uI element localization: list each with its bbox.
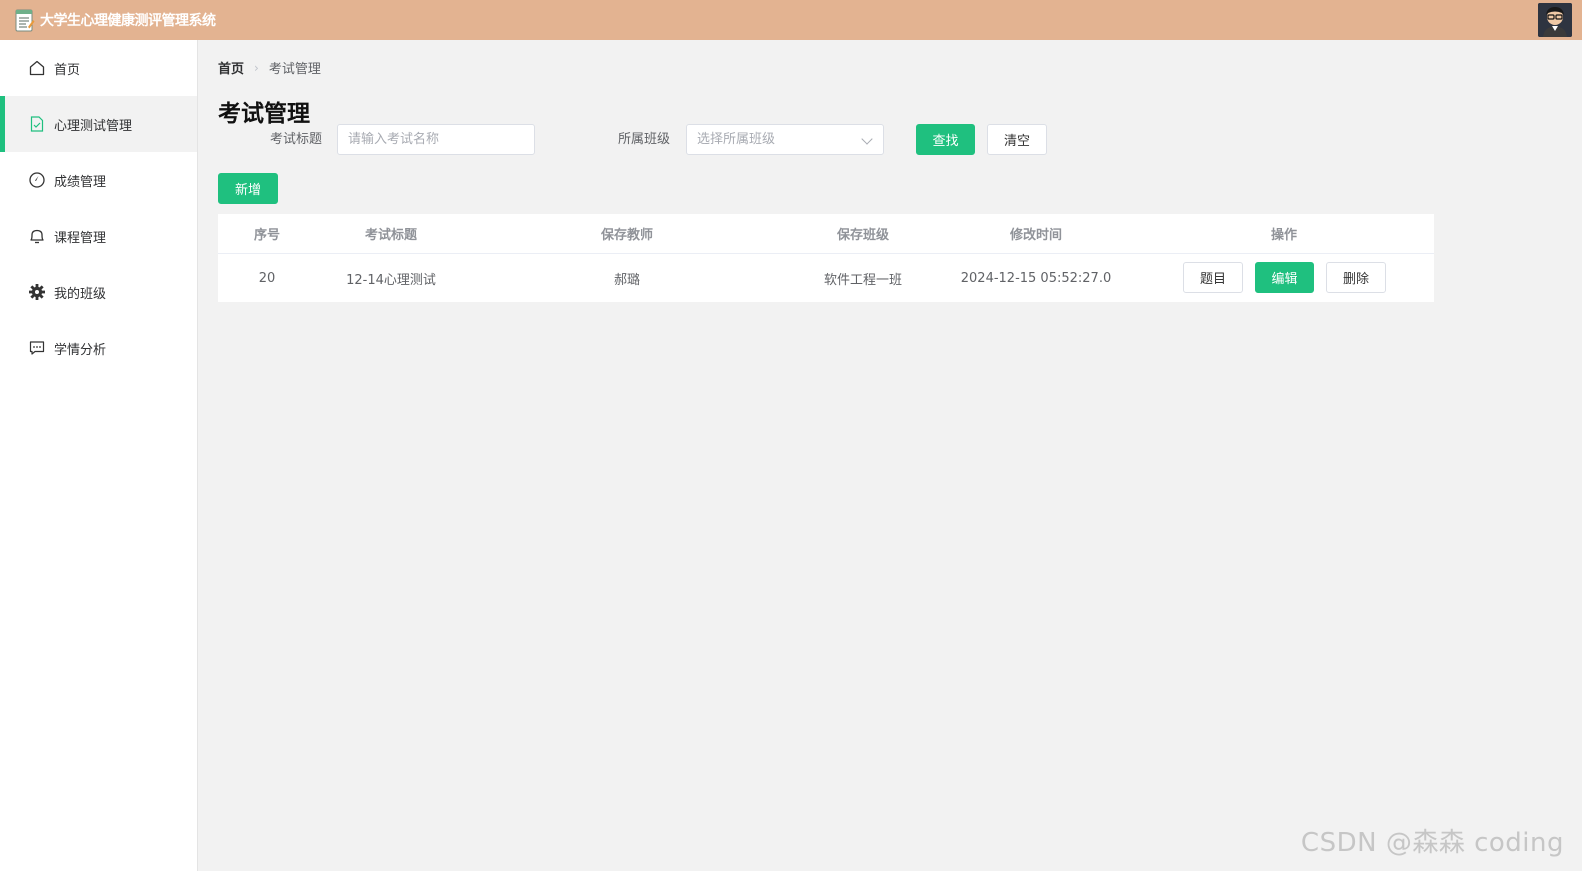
column-header-teacher: 保存教师 <box>600 228 653 243</box>
sidebar-item-label: 首页 <box>54 62 81 78</box>
sidebar-item-psych-test[interactable]: 心理测试管理 <box>0 96 197 152</box>
sidebar-item-analysis[interactable]: 学情分析 <box>0 320 197 376</box>
sidebar: 首页 心理测试管理 成绩管理 课程管理 我的班级 学情分析 <box>0 40 198 871</box>
sidebar-item-scores[interactable]: 成绩管理 <box>0 152 197 208</box>
top-header: 大学生心理健康测评管理系统 <box>0 0 1582 40</box>
add-button[interactable]: 新增 <box>218 173 278 204</box>
sidebar-item-courses[interactable]: 课程管理 <box>0 208 197 264</box>
edit-button[interactable]: 编辑 <box>1255 262 1314 293</box>
column-header-actions: 操作 <box>1270 228 1297 243</box>
sidebar-item-my-class[interactable]: 我的班级 <box>0 264 197 320</box>
breadcrumb-current: 考试管理 <box>268 62 321 77</box>
cell-teacher: 郝璐 <box>613 272 640 288</box>
sidebar-item-home[interactable]: 首页 <box>0 40 197 96</box>
exam-title-label: 考试标题 <box>270 132 323 147</box>
column-header-title: 考试标题 <box>364 228 417 243</box>
sidebar-item-label: 我的班级 <box>54 286 107 302</box>
clear-button[interactable]: 清空 <box>987 124 1047 155</box>
notepad-logo-icon <box>12 7 36 33</box>
watermark: CSDN @森森 coding <box>1300 828 1564 858</box>
compass-icon <box>28 171 46 189</box>
class-select[interactable]: 选择所属班级 <box>686 124 884 155</box>
exam-title-input[interactable] <box>337 124 535 155</box>
class-select-placeholder: 选择所属班级 <box>697 132 776 147</box>
column-header-modified: 修改时间 <box>1009 228 1062 243</box>
sidebar-item-label: 课程管理 <box>54 230 107 246</box>
sidebar-item-label: 成绩管理 <box>54 174 107 190</box>
sidebar-item-label: 学情分析 <box>54 342 107 358</box>
delete-button[interactable]: 删除 <box>1326 262 1386 293</box>
sidebar-item-label: 心理测试管理 <box>54 118 133 134</box>
cell-index: 20 <box>258 270 276 286</box>
cell-modified: 2024-12-15 05:52:27.0 <box>960 270 1112 286</box>
document-check-icon <box>28 115 46 133</box>
class-label: 所属班级 <box>618 132 671 147</box>
exam-table: 序号 考试标题 保存教师 保存班级 修改时间 操作 20 12-14心理测试 郝… <box>218 214 1434 302</box>
cell-class: 软件工程一班 <box>823 272 902 288</box>
table-row: 20 12-14心理测试 郝璐 软件工程一班 2024-12-15 05:52:… <box>218 254 1434 302</box>
user-avatar[interactable] <box>1538 3 1572 37</box>
chevron-down-icon <box>861 133 873 145</box>
cell-title: 12-14心理测试 <box>346 272 436 288</box>
chat-icon <box>28 339 46 357</box>
column-header-index: 序号 <box>253 228 280 243</box>
page-title: 考试管理 <box>218 101 310 127</box>
breadcrumb-home[interactable]: 首页 <box>218 58 244 77</box>
app-title: 大学生心理健康测评管理系统 <box>40 13 216 29</box>
logo-area[interactable]: 大学生心理健康测评管理系统 <box>12 7 216 33</box>
gear-icon <box>28 283 46 301</box>
search-button[interactable]: 查找 <box>916 124 975 155</box>
breadcrumb: 首页 › 考试管理 <box>218 58 321 78</box>
filter-bar: 考试标题 所属班级 选择所属班级 查找 清空 <box>218 124 1118 156</box>
questions-button[interactable]: 题目 <box>1183 262 1243 293</box>
bell-icon <box>28 227 46 245</box>
column-header-class: 保存班级 <box>836 228 889 243</box>
table-header: 序号 考试标题 保存教师 保存班级 修改时间 操作 <box>218 214 1434 254</box>
home-icon <box>28 59 46 77</box>
chevron-right-icon: › <box>254 60 259 75</box>
